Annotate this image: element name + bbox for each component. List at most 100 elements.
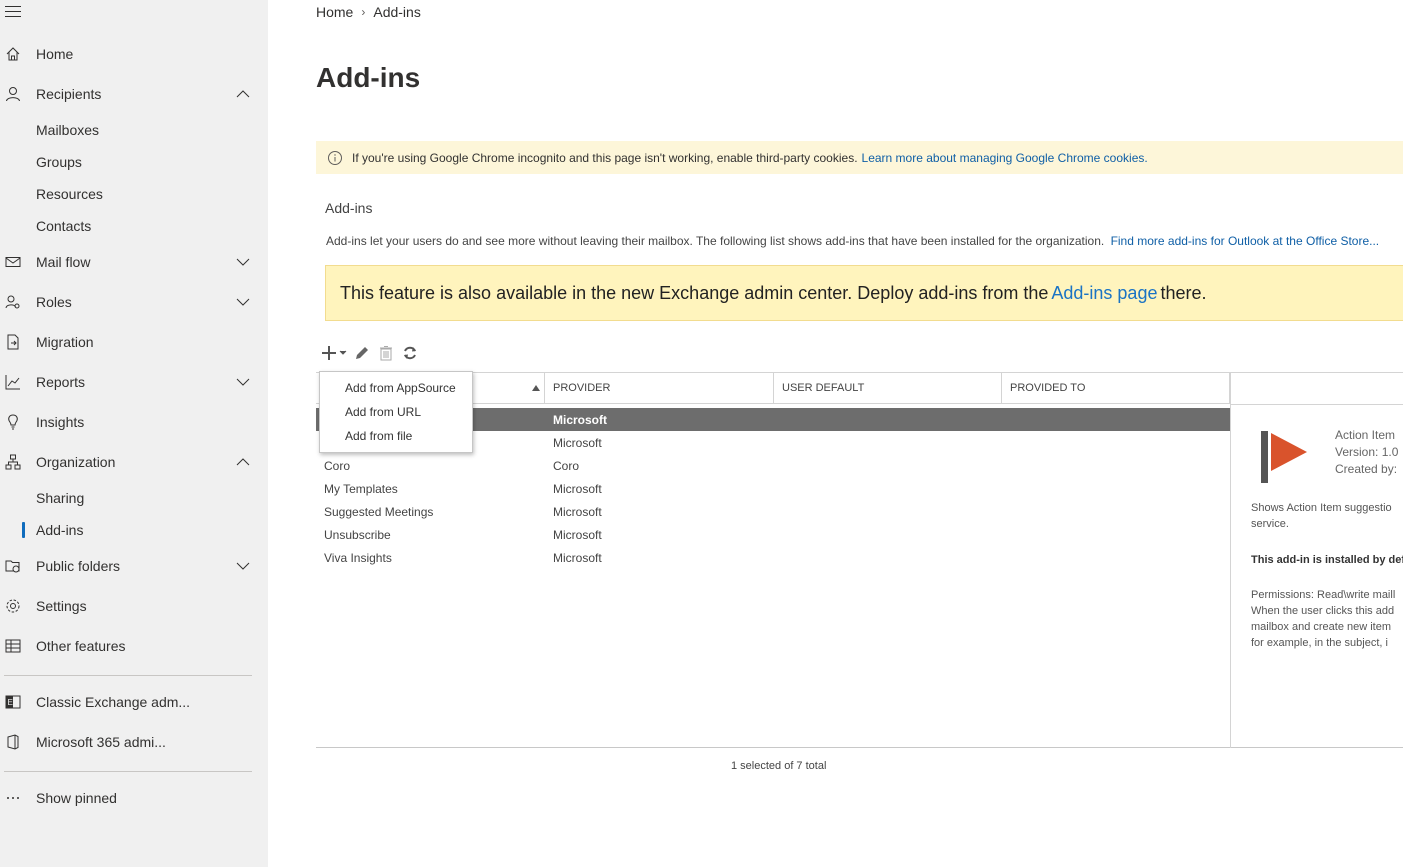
more-icon bbox=[4, 789, 22, 807]
nav-roles[interactable]: Roles bbox=[0, 284, 268, 320]
table-row[interactable]: My Templates Microsoft bbox=[316, 477, 1230, 500]
delete-button[interactable] bbox=[374, 342, 398, 364]
nav-resources[interactable]: Resources bbox=[0, 179, 268, 209]
nav-home[interactable]: Home bbox=[0, 36, 268, 72]
nav-groups[interactable]: Groups bbox=[0, 147, 268, 177]
menu-item-add-from-appsource[interactable]: Add from AppSource bbox=[320, 376, 472, 400]
nav-label: Groups bbox=[36, 154, 82, 170]
add-dropdown-menu: Add from AppSource Add from URL Add from… bbox=[319, 371, 473, 453]
folder-globe-icon bbox=[4, 557, 22, 575]
nav-label: Mailboxes bbox=[36, 122, 100, 138]
table-row[interactable]: Viva Insights Microsoft bbox=[316, 546, 1230, 569]
refresh-button[interactable] bbox=[398, 342, 422, 364]
addin-info: Action Item Version: 1.0 Created by: bbox=[1335, 427, 1398, 478]
table-row[interactable]: Unsubscribe Microsoft bbox=[316, 523, 1230, 546]
hamburger-menu-icon[interactable] bbox=[5, 6, 21, 20]
column-header-provider[interactable]: PROVIDER bbox=[545, 373, 774, 403]
nav-organization[interactable]: Organization bbox=[0, 444, 268, 480]
nav-mailboxes[interactable]: Mailboxes bbox=[0, 115, 268, 145]
nav-add-ins[interactable]: Add-ins bbox=[0, 515, 268, 545]
menu-item-add-from-file[interactable]: Add from file bbox=[320, 424, 472, 448]
table-row[interactable]: Coro Coro bbox=[316, 454, 1230, 477]
cell-name: Viva Insights bbox=[324, 550, 392, 565]
description-text: Add-ins let your users do and see more w… bbox=[326, 234, 1105, 248]
nav-sharing[interactable]: Sharing bbox=[0, 483, 268, 513]
column-header-user-default[interactable]: USER DEFAULT bbox=[774, 373, 1002, 403]
edit-button[interactable] bbox=[350, 342, 374, 364]
office-icon bbox=[4, 733, 22, 751]
exchange-icon: E bbox=[4, 693, 22, 711]
cell-name: Coro bbox=[324, 458, 351, 473]
chevron-down-icon[interactable] bbox=[236, 375, 250, 389]
description-line: service. bbox=[1251, 518, 1289, 530]
nav-reports[interactable]: Reports bbox=[0, 364, 268, 400]
nav-label: Resources bbox=[36, 186, 103, 202]
chevron-down-icon[interactable] bbox=[236, 559, 250, 573]
nav-label: Home bbox=[36, 46, 74, 62]
nav-label: Recipients bbox=[36, 86, 102, 102]
chart-line-icon bbox=[4, 373, 22, 391]
installed-note: This add-in is installed by def bbox=[1251, 554, 1403, 566]
nav-m365-admin[interactable]: Microsoft 365 admi... bbox=[0, 724, 268, 760]
nav-classic-exchange[interactable]: E Classic Exchange adm... bbox=[0, 684, 268, 720]
chevron-right-icon: › bbox=[361, 5, 366, 19]
nav-label: Organization bbox=[36, 454, 116, 470]
description-line: Shows Action Item suggestio bbox=[1251, 502, 1392, 514]
menu-item-add-from-url[interactable]: Add from URL bbox=[320, 400, 472, 424]
chrome-cookies-link[interactable]: Learn more about managing Google Chrome … bbox=[862, 151, 1148, 165]
chevron-up-icon[interactable] bbox=[236, 87, 250, 101]
nav-public-folders[interactable]: Public folders bbox=[0, 548, 268, 584]
nav-label: Add-ins bbox=[36, 522, 84, 538]
addin-version: Version: 1.0 bbox=[1335, 445, 1399, 459]
chevron-down-icon[interactable] bbox=[236, 295, 250, 309]
active-indicator bbox=[22, 522, 25, 538]
nav-other-features[interactable]: Other features bbox=[0, 628, 268, 664]
info-icon bbox=[328, 150, 342, 165]
section-title: Add-ins bbox=[325, 200, 373, 216]
details-pane: Action Item Version: 1.0 Created by: Sho… bbox=[1230, 372, 1403, 748]
nav-label: Other features bbox=[36, 638, 126, 654]
table-row[interactable]: Suggested Meetings Microsoft bbox=[316, 500, 1230, 523]
nav-label: Microsoft 365 admi... bbox=[36, 734, 166, 750]
nav-label: Classic Exchange adm... bbox=[36, 694, 191, 710]
section-description: Add-ins let your users do and see more w… bbox=[326, 234, 1379, 248]
divider bbox=[4, 675, 252, 676]
nav-show-pinned[interactable]: Show pinned bbox=[0, 780, 268, 816]
nav-contacts[interactable]: Contacts bbox=[0, 211, 268, 241]
nav-label: Public folders bbox=[36, 558, 121, 574]
column-header-provided-to[interactable]: PROVIDED TO bbox=[1002, 373, 1230, 403]
chevron-down-icon[interactable] bbox=[236, 255, 250, 269]
grid-toolbar bbox=[320, 342, 422, 364]
action-item-logo-icon bbox=[1261, 431, 1307, 483]
pencil-icon bbox=[356, 347, 368, 359]
breadcrumb-home-link[interactable]: Home bbox=[316, 4, 353, 20]
gear-icon bbox=[4, 597, 22, 615]
nav-label: Reports bbox=[36, 374, 86, 390]
cell-name: Suggested Meetings bbox=[324, 504, 434, 519]
permissions-text: Permissions: Read\write maill When the u… bbox=[1251, 587, 1395, 651]
permissions-line: When the user clicks this add bbox=[1251, 605, 1395, 617]
migration-icon bbox=[4, 333, 22, 351]
permissions-line: mailbox and create new item bbox=[1251, 621, 1392, 633]
nav-mail-flow[interactable]: Mail flow bbox=[0, 244, 268, 280]
nav-label: Contacts bbox=[36, 218, 92, 234]
nav-label: Roles bbox=[36, 294, 72, 310]
cell-name: My Templates bbox=[324, 481, 398, 496]
nav-label: Sharing bbox=[36, 490, 85, 506]
details-header bbox=[1231, 373, 1403, 405]
table-icon bbox=[4, 637, 22, 655]
office-store-link[interactable]: Find more add-ins for Outlook at the Off… bbox=[1111, 234, 1380, 248]
nav-migration[interactable]: Migration bbox=[0, 324, 268, 360]
add-button[interactable] bbox=[320, 342, 350, 364]
info-message-bar: If you're using Google Chrome incognito … bbox=[316, 141, 1403, 174]
nav-insights[interactable]: Insights bbox=[0, 404, 268, 440]
chevron-up-icon[interactable] bbox=[236, 455, 250, 469]
nav-recipients[interactable]: Recipients bbox=[0, 76, 268, 112]
page-title: Add-ins bbox=[316, 62, 421, 93]
notice-text: This feature is also available in the ne… bbox=[340, 282, 1049, 303]
nav-settings[interactable]: Settings bbox=[0, 588, 268, 624]
plus-dropdown-icon bbox=[322, 346, 347, 360]
new-eac-notice: This feature is also available in the ne… bbox=[325, 265, 1403, 321]
add-ins-page-link[interactable]: Add-ins page bbox=[1051, 283, 1157, 304]
cell-provider: Microsoft bbox=[553, 527, 602, 542]
